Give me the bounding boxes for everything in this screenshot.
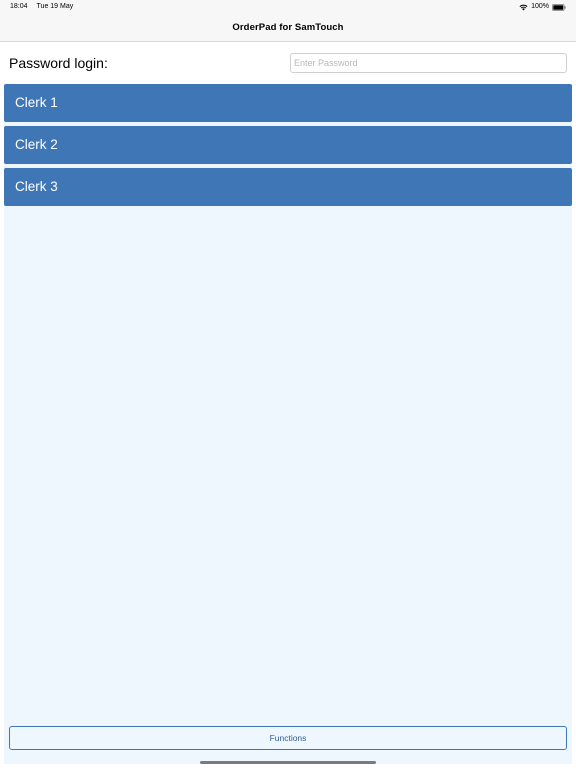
footer-area: Functions: [4, 720, 572, 764]
clerk-item-2[interactable]: Clerk 2: [4, 126, 572, 164]
page-title: OrderPad for SamTouch: [232, 22, 344, 33]
password-login-label: Password login:: [9, 55, 108, 71]
password-login-row: Password login:: [0, 42, 576, 84]
status-time: 18:04: [10, 3, 28, 10]
status-right: 100%: [519, 0, 566, 14]
clerk-item-3[interactable]: Clerk 3: [4, 168, 572, 206]
wifi-icon: [519, 4, 528, 10]
functions-button[interactable]: Functions: [9, 726, 567, 750]
battery-percent: 100%: [531, 3, 549, 10]
password-input[interactable]: [290, 53, 567, 73]
status-date: Tue 19 May: [36, 3, 74, 10]
clerk-item-1[interactable]: Clerk 1: [4, 84, 572, 122]
navigation-bar: OrderPad for SamTouch: [0, 14, 576, 42]
clerk-list: Clerk 1 Clerk 2 Clerk 3: [4, 84, 572, 720]
status-bar: 18:04 Tue 19 May 100%: [0, 0, 576, 14]
battery-icon: [552, 3, 566, 11]
status-left: 18:04 Tue 19 May: [10, 0, 73, 14]
home-indicator[interactable]: [200, 761, 376, 764]
